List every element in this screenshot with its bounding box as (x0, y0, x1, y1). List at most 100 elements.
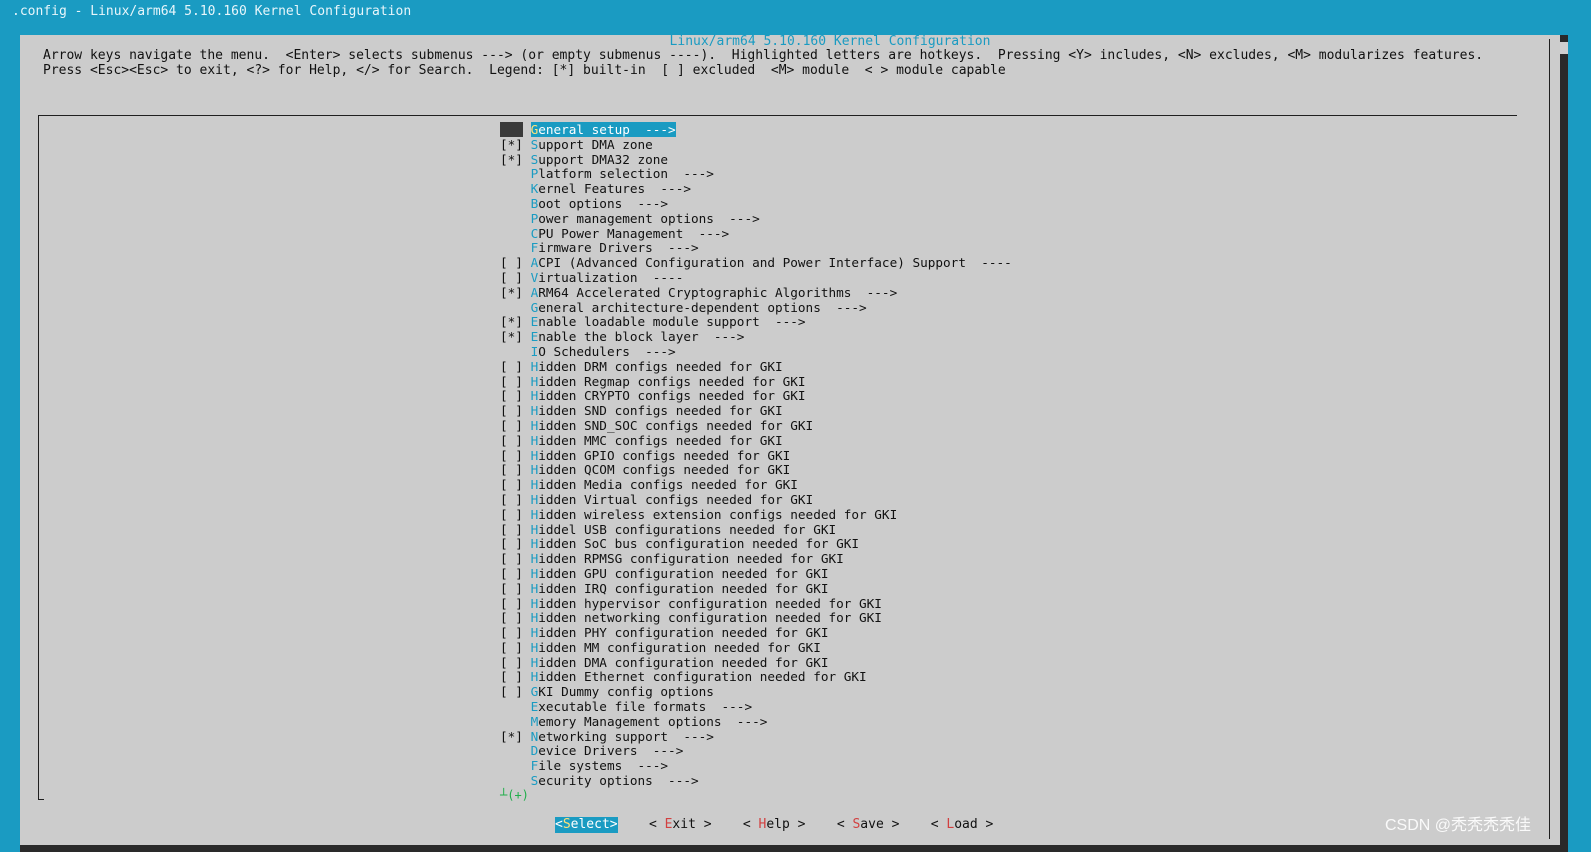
menu-item[interactable]: Executable file formats ---> (500, 699, 1012, 715)
menu-item[interactable]: [ ] Hidden MMC configs needed for GKI (500, 433, 1012, 449)
menu-item-label[interactable]: Hidden RPMSG configuration needed for GK… (531, 551, 844, 566)
scrollbar-thumb[interactable] (1560, 42, 1568, 54)
menu-item-label[interactable]: CPU Power Management ---> (531, 226, 730, 241)
menu-item[interactable]: [ ] Hidden Ethernet configuration needed… (500, 670, 1012, 685)
menu-item[interactable]: File systems ---> (500, 758, 1012, 774)
menu-item[interactable]: [ ] Virtualization ---- (500, 270, 1012, 286)
menu-item[interactable]: [ ] ACPI (Advanced Configuration and Pow… (500, 255, 1012, 271)
menu-item-label[interactable]: Hiddel USB configurations needed for GKI (531, 522, 837, 537)
menu-item[interactable]: [ ] Hidden SoC bus configuration needed … (500, 536, 1012, 552)
menu-item[interactable]: [ ] Hidden QCOM configs needed for GKI (500, 462, 1012, 478)
menu-item-label[interactable]: Device Drivers ---> (531, 743, 684, 759)
menu-item[interactable]: [ ] GKI Dummy config options (500, 684, 1012, 700)
load-button[interactable]: < Load > (931, 817, 994, 833)
menu-item-checkbox[interactable] (500, 758, 523, 773)
select-button[interactable]: <Select> (555, 817, 618, 833)
menu-item-checkbox[interactable]: [ ] (500, 374, 523, 389)
menu-item[interactable]: CPU Power Management ---> (500, 226, 1012, 242)
menu-item-label[interactable]: Hidden MMC configs needed for GKI (531, 433, 783, 448)
menu-item[interactable]: [ ] Hidden GPIO configs needed for GKI (500, 448, 1012, 464)
menu-item-label[interactable]: Hidden Virtual configs needed for GKI (531, 492, 814, 507)
menu-item-label[interactable]: Support DMA zone (531, 137, 653, 152)
menu-item[interactable]: [ ] Hidden wireless extension configs ne… (500, 507, 1012, 523)
menu-item-label[interactable]: Firmware Drivers ---> (531, 240, 699, 255)
menu-item-label[interactable]: Hidden MM configuration needed for GKI (531, 640, 821, 655)
menu-item-checkbox[interactable]: [ ] (500, 610, 523, 625)
menu-item-label[interactable]: ACPI (Advanced Configuration and Power I… (531, 255, 1012, 270)
menu-item[interactable]: Kernel Features ---> (500, 181, 1012, 197)
menu-item-label[interactable]: Hidden CRYPTO configs needed for GKI (531, 388, 806, 403)
menu-item-checkbox[interactable] (500, 196, 523, 211)
menu-item-label[interactable]: Hidden PHY configuration needed for GKI (531, 625, 829, 640)
menu-item[interactable]: [ ] Hidden Regmap configs needed for GKI (500, 374, 1012, 390)
menu-item-checkbox[interactable]: [ ] (500, 418, 523, 433)
menu-item[interactable]: [*] Support DMA zone (500, 137, 1012, 153)
menu-item-checkbox[interactable]: [*] (500, 329, 523, 344)
menu-item-checkbox[interactable]: [ ] (500, 596, 523, 611)
menu-item-checkbox[interactable]: [ ] (500, 625, 523, 640)
menu-item-label[interactable]: General architecture-dependent options -… (531, 300, 867, 315)
save-button[interactable]: < Save > (837, 817, 900, 833)
menu-item[interactable]: [ ] Hidden hypervisor configuration need… (500, 596, 1012, 612)
menu-item-checkbox[interactable]: [ ] (500, 359, 523, 374)
menu-item-label[interactable]: General setup ---> (530, 122, 676, 137)
menu-item[interactable]: [*] Support DMA32 zone (500, 152, 1012, 168)
menu-item-label[interactable]: Hidden GPIO configs needed for GKI (531, 448, 791, 463)
menu-item-label[interactable]: Hidden hypervisor configuration needed f… (531, 596, 882, 611)
menu-item-checkbox[interactable]: [ ] (500, 492, 523, 507)
menu-item-checkbox[interactable] (500, 240, 523, 255)
menu-item[interactable]: Device Drivers ---> (500, 744, 1012, 759)
menu-item-label[interactable]: Support DMA32 zone (531, 152, 669, 167)
menu-item-label[interactable]: Memory Management options ---> (531, 714, 768, 729)
menu-item-checkbox[interactable]: [ ] (500, 507, 523, 522)
terminal-scrollbar[interactable] (1560, 35, 1568, 852)
menu-item-label[interactable]: Boot options ---> (531, 196, 669, 211)
menu-item-checkbox[interactable]: [*] (500, 314, 523, 329)
menu-list[interactable]: General setup ---> [*] Support DMA zone [*… (500, 122, 1012, 789)
menu-item-checkbox[interactable]: [ ] (500, 477, 523, 492)
menu-item-label[interactable]: Hidden GPU configuration needed for GKI (531, 566, 829, 581)
menu-item[interactable]: IO Schedulers ---> (500, 344, 1012, 360)
menu-item-label[interactable]: Virtualization ---- (531, 270, 684, 285)
menu-item-label[interactable]: Hidden wireless extension configs needed… (531, 507, 898, 522)
menu-item-label[interactable]: Enable the block layer ---> (531, 329, 745, 344)
menu-item[interactable]: General setup ---> (500, 122, 1012, 138)
menu-item[interactable]: [ ] Hidden PHY configuration needed for … (500, 625, 1012, 641)
menu-item-label[interactable]: Hidden QCOM configs needed for GKI (531, 462, 791, 477)
menu-item-checkbox[interactable] (500, 773, 523, 788)
menu-item[interactable]: General architecture-dependent options -… (500, 300, 1012, 316)
menu-item-checkbox[interactable] (500, 300, 523, 315)
menu-item[interactable]: [ ] Hidden SND configs needed for GKI (500, 403, 1012, 419)
menu-item-checkbox[interactable]: [*] (500, 152, 523, 167)
menu-item-checkbox[interactable]: [ ] (500, 448, 523, 463)
menu-item-label[interactable]: IO Schedulers ---> (531, 344, 676, 359)
menu-item-label[interactable]: Hidden networking configuration needed f… (531, 610, 882, 625)
menu-item-checkbox[interactable]: [ ] (500, 566, 523, 581)
menu-item[interactable]: [ ] Hidden GPU configuration needed for … (500, 566, 1012, 582)
menu-item-checkbox[interactable]: [ ] (500, 270, 523, 285)
menu-item-checkbox[interactable] (500, 226, 523, 241)
menu-item-label[interactable]: Hidden Ethernet configuration needed for… (531, 669, 867, 685)
menu-item-label[interactable]: File systems ---> (531, 758, 669, 773)
menu-item-checkbox[interactable]: [*] (500, 137, 523, 152)
menu-item-checkbox[interactable]: [ ] (500, 433, 523, 448)
menu-item-checkbox[interactable]: [ ] (500, 669, 523, 685)
menu-item[interactable]: [ ] Hidden DRM configs needed for GKI (500, 359, 1012, 375)
menu-item[interactable]: [*] Enable loadable module support ---> (500, 314, 1012, 330)
menu-item-checkbox[interactable]: [ ] (500, 255, 523, 270)
menu-item-checkbox[interactable]: [ ] (500, 522, 523, 537)
menu-item-label[interactable]: Hidden DMA configuration needed for GKI (531, 655, 829, 670)
menu-item-label[interactable]: GKI Dummy config options (531, 684, 714, 699)
menu-item[interactable]: [ ] Hidden DMA configuration needed for … (500, 655, 1012, 671)
menu-item-checkbox[interactable]: [ ] (500, 655, 523, 670)
menu-item-label[interactable]: Security options ---> (531, 773, 699, 788)
menu-item[interactable]: [ ] Hidden CRYPTO configs needed for GKI (500, 388, 1012, 404)
menu-item-checkbox[interactable] (500, 699, 523, 714)
menu-item-checkbox[interactable] (500, 743, 523, 758)
menu-item-label[interactable]: Enable loadable module support ---> (531, 314, 806, 329)
menu-item-label[interactable]: Networking support ---> (531, 729, 714, 744)
menu-item-checkbox[interactable]: [*] (500, 729, 523, 744)
menu-item-label[interactable]: Hidden SND_SOC configs needed for GKI (531, 418, 814, 433)
menu-item[interactable]: [ ] Hidden networking configuration need… (500, 610, 1012, 626)
menu-item-checkbox[interactable]: [*] (500, 285, 523, 300)
